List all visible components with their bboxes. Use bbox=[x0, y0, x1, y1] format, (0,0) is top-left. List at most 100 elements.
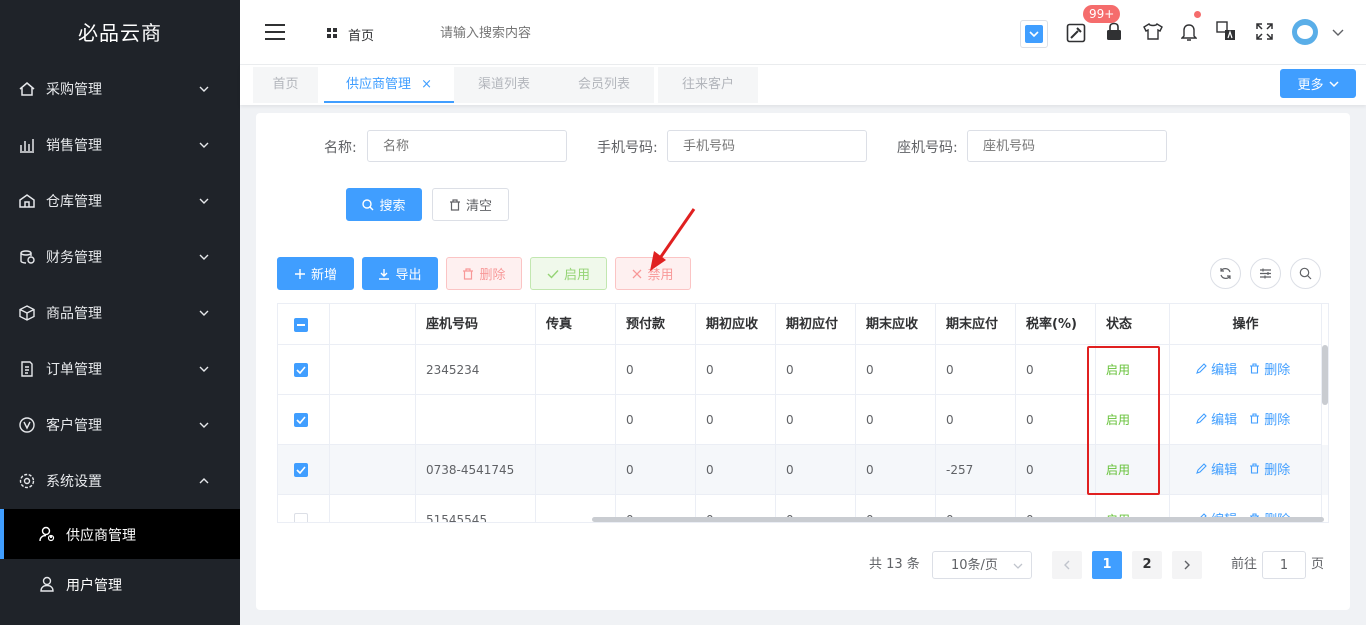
next-page-button[interactable] bbox=[1172, 551, 1202, 579]
translate-icon[interactable] bbox=[1216, 21, 1236, 41]
horizontal-scrollbar[interactable] bbox=[592, 517, 1324, 522]
enable-button[interactable]: 启用 bbox=[530, 257, 607, 290]
cell-landline: 0738-4541745 bbox=[416, 445, 536, 495]
row-checkbox[interactable] bbox=[294, 513, 308, 522]
page-size-select[interactable]: 10条/页 bbox=[932, 551, 1032, 579]
avatar-face bbox=[1297, 25, 1313, 39]
name-label: 名称: bbox=[324, 140, 357, 156]
avatar[interactable] bbox=[1292, 19, 1318, 45]
table-cell bbox=[330, 445, 416, 495]
tab-home[interactable]: 首页 bbox=[253, 67, 318, 103]
check-icon bbox=[296, 466, 306, 474]
phone-input[interactable] bbox=[667, 130, 867, 162]
search-icon bbox=[362, 198, 374, 210]
delete-link[interactable]: 删除 bbox=[1249, 463, 1290, 478]
delete-link[interactable]: 删除 bbox=[1249, 363, 1290, 378]
select-all-checkbox[interactable] bbox=[294, 318, 308, 332]
delete-link[interactable]: 删除 bbox=[1249, 413, 1290, 428]
add-label: 新增 bbox=[310, 268, 337, 283]
lock-icon[interactable] bbox=[1106, 22, 1122, 41]
menu-finance[interactable]: 财务管理 bbox=[0, 229, 240, 285]
layout-select[interactable] bbox=[1020, 20, 1048, 48]
warehouse-icon bbox=[19, 194, 35, 208]
clear-button[interactable]: 清空 bbox=[432, 188, 509, 221]
page-1-button[interactable]: 1 bbox=[1092, 551, 1122, 579]
menu-orders[interactable]: 订单管理 bbox=[0, 341, 240, 397]
search-button[interactable]: 搜索 bbox=[346, 188, 422, 221]
tab-supplier[interactable]: 供应商管理 × bbox=[324, 67, 454, 103]
more-button[interactable]: 更多 bbox=[1280, 69, 1356, 98]
header-init-pay: 期初应付 bbox=[776, 304, 856, 345]
actions-cell: 编辑 删除 bbox=[1170, 445, 1322, 495]
header-actions: 操作 bbox=[1170, 304, 1322, 345]
cell-init-pay: 0 bbox=[776, 345, 856, 395]
menu-sales[interactable]: 销售管理 bbox=[0, 117, 240, 173]
row-checkbox[interactable] bbox=[294, 463, 308, 477]
menu-customers[interactable]: 客户管理 bbox=[0, 397, 240, 453]
page-suffix-label: 页 bbox=[1311, 557, 1325, 572]
shirt-icon[interactable] bbox=[1143, 23, 1163, 40]
prev-page-button[interactable] bbox=[1052, 551, 1082, 579]
export-button[interactable]: 导出 bbox=[362, 257, 438, 290]
hamburger-icon[interactable] bbox=[265, 23, 285, 41]
check-icon bbox=[547, 269, 559, 279]
bell-icon[interactable] bbox=[1181, 22, 1197, 42]
edit-link[interactable]: 编辑 bbox=[1196, 463, 1237, 478]
tools-icon[interactable] bbox=[1066, 23, 1086, 43]
cell-end-pay: 0 bbox=[936, 345, 1016, 395]
fullscreen-icon[interactable] bbox=[1256, 23, 1273, 40]
sidebar-item-supplier[interactable]: 供应商管理 bbox=[0, 509, 240, 559]
columns-button[interactable] bbox=[1250, 258, 1281, 289]
edit-link[interactable]: 编辑 bbox=[1196, 363, 1237, 378]
notification-badge: 99+ bbox=[1083, 5, 1121, 23]
name-input[interactable] bbox=[367, 130, 567, 162]
brand-title: 必品云商 bbox=[78, 21, 162, 45]
menu-label: 订单管理 bbox=[46, 362, 102, 378]
table-cell bbox=[330, 345, 416, 395]
total-count: 共 13 条 bbox=[869, 557, 920, 572]
breadcrumb[interactable]: 首页 bbox=[348, 25, 374, 44]
search-toggle-button[interactable] bbox=[1290, 258, 1321, 289]
v-circle-icon bbox=[19, 417, 35, 433]
menu-purchase[interactable]: 采购管理 bbox=[0, 61, 240, 117]
row-select-cell bbox=[278, 395, 330, 445]
tab-partners[interactable]: 往来客户 bbox=[658, 67, 758, 103]
cell-init-pay: 0 bbox=[776, 395, 856, 445]
tab-members[interactable]: 会员列表 bbox=[554, 67, 654, 103]
menu-warehouse[interactable]: 仓库管理 bbox=[0, 173, 240, 229]
check-icon bbox=[296, 416, 306, 424]
tab-channels[interactable]: 渠道列表 bbox=[454, 67, 554, 103]
close-icon[interactable]: × bbox=[421, 77, 432, 92]
header-search-input[interactable] bbox=[425, 17, 645, 49]
edit-label: 编辑 bbox=[1211, 463, 1238, 478]
vertical-scrollbar[interactable] bbox=[1322, 345, 1328, 405]
chevron-down-icon bbox=[1013, 563, 1023, 569]
edit-icon bbox=[1196, 363, 1207, 374]
row-checkbox[interactable] bbox=[294, 413, 308, 427]
cell-init-recv: 0 bbox=[696, 445, 776, 495]
page-2-button[interactable]: 2 bbox=[1132, 551, 1162, 579]
header-init-recv: 期初应收 bbox=[696, 304, 776, 345]
menu-settings[interactable]: 系统设置 bbox=[0, 453, 240, 509]
add-button[interactable]: 新增 bbox=[277, 257, 354, 290]
check-icon bbox=[296, 366, 306, 374]
search-icon bbox=[1299, 267, 1312, 280]
chevron-down-icon[interactable] bbox=[1332, 27, 1344, 37]
refresh-button[interactable] bbox=[1210, 258, 1241, 289]
phone-label: 手机号码: bbox=[597, 140, 658, 156]
landline-input[interactable] bbox=[967, 130, 1167, 162]
header-end-pay: 期末应付 bbox=[936, 304, 1016, 345]
goto-page-input[interactable] bbox=[1262, 551, 1306, 579]
trash-icon bbox=[1250, 363, 1260, 374]
cell-end-recv: 0 bbox=[856, 345, 936, 395]
export-label: 导出 bbox=[395, 268, 422, 283]
edit-link[interactable]: 编辑 bbox=[1196, 413, 1237, 428]
row-checkbox[interactable] bbox=[294, 363, 308, 377]
delete-button[interactable]: 删除 bbox=[446, 257, 522, 290]
menu-label: 财务管理 bbox=[46, 250, 102, 266]
header-cell bbox=[330, 304, 416, 345]
header-end-recv: 期末应收 bbox=[856, 304, 936, 345]
menu-goods[interactable]: 商品管理 bbox=[0, 285, 240, 341]
sidebar-item-users[interactable]: 用户管理 bbox=[0, 559, 240, 609]
chevron-down-icon bbox=[199, 310, 209, 316]
